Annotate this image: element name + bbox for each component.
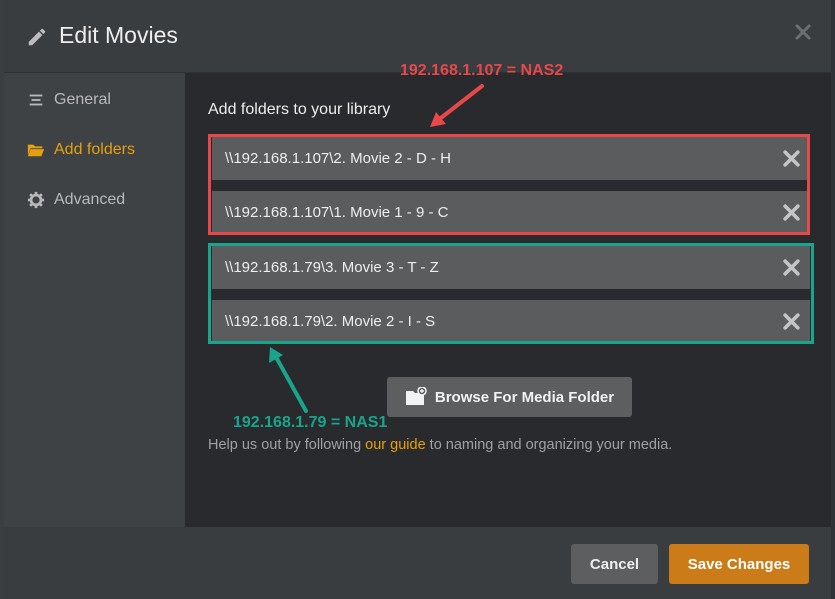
sidebar-item-label: Add folders — [54, 141, 135, 158]
sidebar-item-advanced[interactable]: Advanced — [26, 185, 125, 215]
help-text: Help us out by following our guide to na… — [208, 437, 672, 453]
sidebar-item-label: Advanced — [54, 191, 126, 208]
sidebar-item-add-folders[interactable]: Add folders — [26, 135, 135, 165]
folder-open-icon — [26, 140, 46, 160]
edit-library-dialog: Edit Movies General Add folders Advanced… — [4, 0, 831, 599]
gear-icon — [26, 190, 46, 210]
sidebar-item-general[interactable]: General — [26, 85, 111, 115]
nas1-annotation: 192.168.1.79 = NAS1 — [233, 414, 388, 431]
help-suffix: to naming and organizing your media. — [425, 437, 673, 453]
save-changes-button[interactable]: Save Changes — [669, 544, 809, 584]
folder-add-icon — [405, 387, 427, 405]
sidebar-item-label: General — [54, 91, 111, 108]
sidebar: General Add folders Advanced — [4, 73, 185, 527]
nas2-annotation: 192.168.1.107 = NAS2 — [400, 62, 564, 79]
help-prefix: Help us out by following — [208, 437, 366, 453]
background-right — [831, 0, 835, 599]
list-icon — [26, 90, 46, 110]
nas2-highlight-box — [208, 134, 810, 235]
nas1-highlight-box — [208, 243, 814, 344]
dialog-title: Edit Movies — [59, 22, 178, 48]
browse-media-folder-button[interactable]: Browse For Media Folder — [387, 377, 632, 417]
dialog-footer: Cancel Save Changes — [4, 527, 831, 599]
pencil-icon — [28, 28, 46, 46]
section-heading: Add folders to your library — [208, 101, 391, 118]
close-icon[interactable] — [795, 24, 811, 40]
cancel-button[interactable]: Cancel — [571, 544, 658, 584]
main-panel: Add folders to your library \\192.168.1.… — [185, 73, 831, 527]
guide-link[interactable]: our guide — [365, 437, 425, 453]
browse-button-label: Browse For Media Folder — [434, 388, 615, 406]
